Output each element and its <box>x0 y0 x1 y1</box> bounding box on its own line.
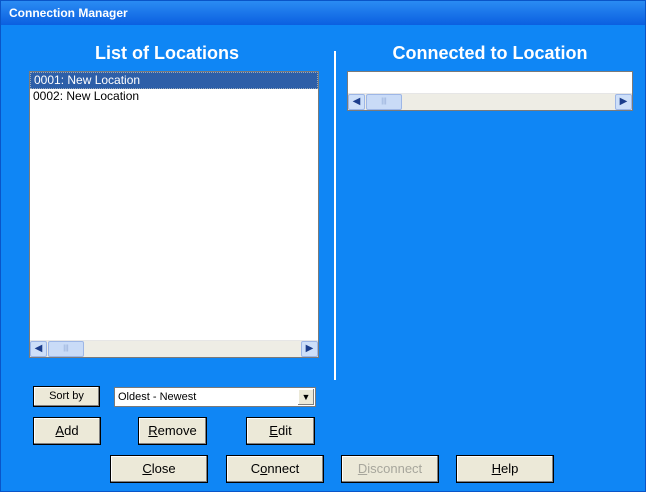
locations-heading: List of Locations <box>95 43 239 63</box>
window-title: Connection Manager <box>1 1 645 25</box>
scroll-left-icon[interactable]: ◀ <box>348 94 365 110</box>
locations-listbox[interactable]: 0001: New Location 0002: New Location ◀ |… <box>29 71 319 358</box>
scroll-thumb[interactable]: ||| <box>48 341 84 357</box>
connection-manager-window: Connection Manager List of Locations Con… <box>0 0 646 492</box>
connected-hscrollbar[interactable]: ◀ ||| ▶ <box>348 93 632 110</box>
scroll-right-icon[interactable]: ▶ <box>301 341 318 357</box>
sort-by-button[interactable]: Sort by <box>33 386 100 407</box>
location-list-item[interactable]: 0002: New Location <box>30 89 318 104</box>
add-button-key: A <box>55 423 65 438</box>
edit-button[interactable]: Edit <box>246 417 315 445</box>
disconnect-button-key: D <box>357 461 368 476</box>
scroll-right-icon[interactable]: ▶ <box>615 94 632 110</box>
chevron-down-icon[interactable]: ▼ <box>298 389 314 405</box>
disconnect-button-post: isconnect <box>367 461 423 476</box>
connected-heading: Connected to Location <box>392 43 588 63</box>
add-button[interactable]: Add <box>33 417 101 445</box>
scroll-thumb[interactable]: ||| <box>366 94 402 110</box>
locations-hscrollbar[interactable]: ◀ ||| ▶ <box>30 340 318 357</box>
remove-button[interactable]: Remove <box>138 417 207 445</box>
sort-order-value: Oldest - Newest <box>118 391 197 403</box>
panel-divider <box>334 51 336 380</box>
help-button-key: H <box>491 461 502 476</box>
remove-button-key: R <box>148 423 158 438</box>
disconnect-button[interactable]: Disconnect <box>341 455 439 483</box>
remove-button-post: emove <box>157 423 197 438</box>
edit-button-key: E <box>269 423 278 438</box>
close-button-key: C <box>142 461 152 476</box>
close-button[interactable]: Close <box>110 455 208 483</box>
locations-items: 0001: New Location 0002: New Location <box>30 72 318 104</box>
scroll-left-icon[interactable]: ◀ <box>30 341 47 357</box>
connect-button-post: nnect <box>267 461 300 476</box>
sort-order-select[interactable]: Oldest - Newest ▼ <box>114 387 316 407</box>
edit-button-post: dit <box>277 423 292 438</box>
help-button[interactable]: Help <box>456 455 554 483</box>
connected-listbox[interactable]: ◀ ||| ▶ <box>347 71 633 111</box>
location-list-item[interactable]: 0001: New Location <box>30 72 318 89</box>
connect-button-pre: C <box>250 461 261 476</box>
connect-button[interactable]: Connect <box>226 455 324 483</box>
add-button-post: dd <box>64 423 79 438</box>
help-button-post: elp <box>501 461 519 476</box>
close-button-post: lose <box>151 461 176 476</box>
